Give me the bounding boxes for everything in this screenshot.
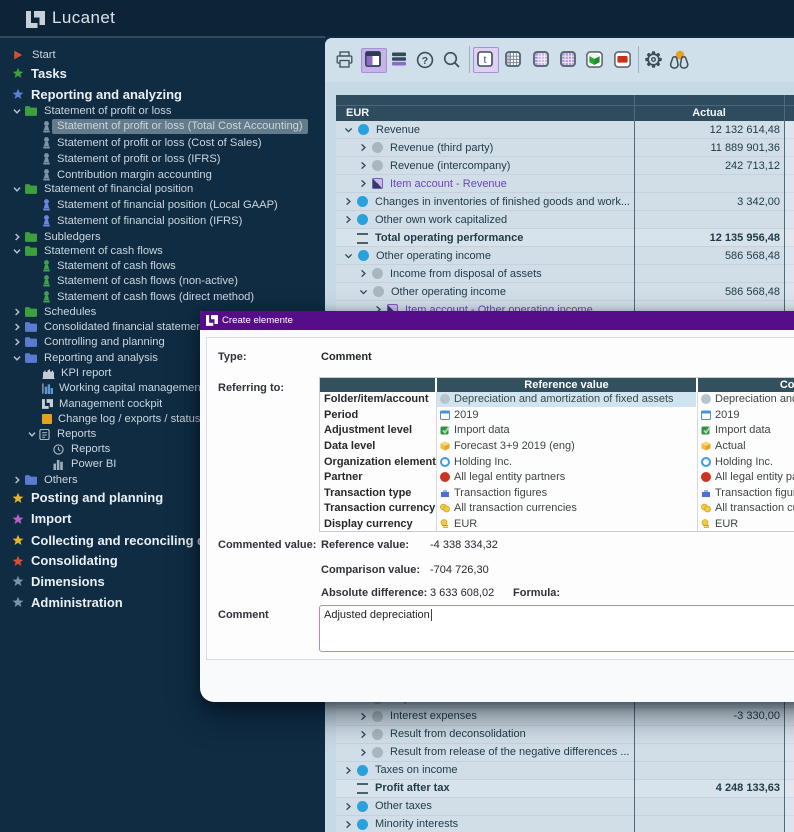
svg-text:?: ? xyxy=(422,55,428,67)
svg-text:t: t xyxy=(484,54,487,66)
